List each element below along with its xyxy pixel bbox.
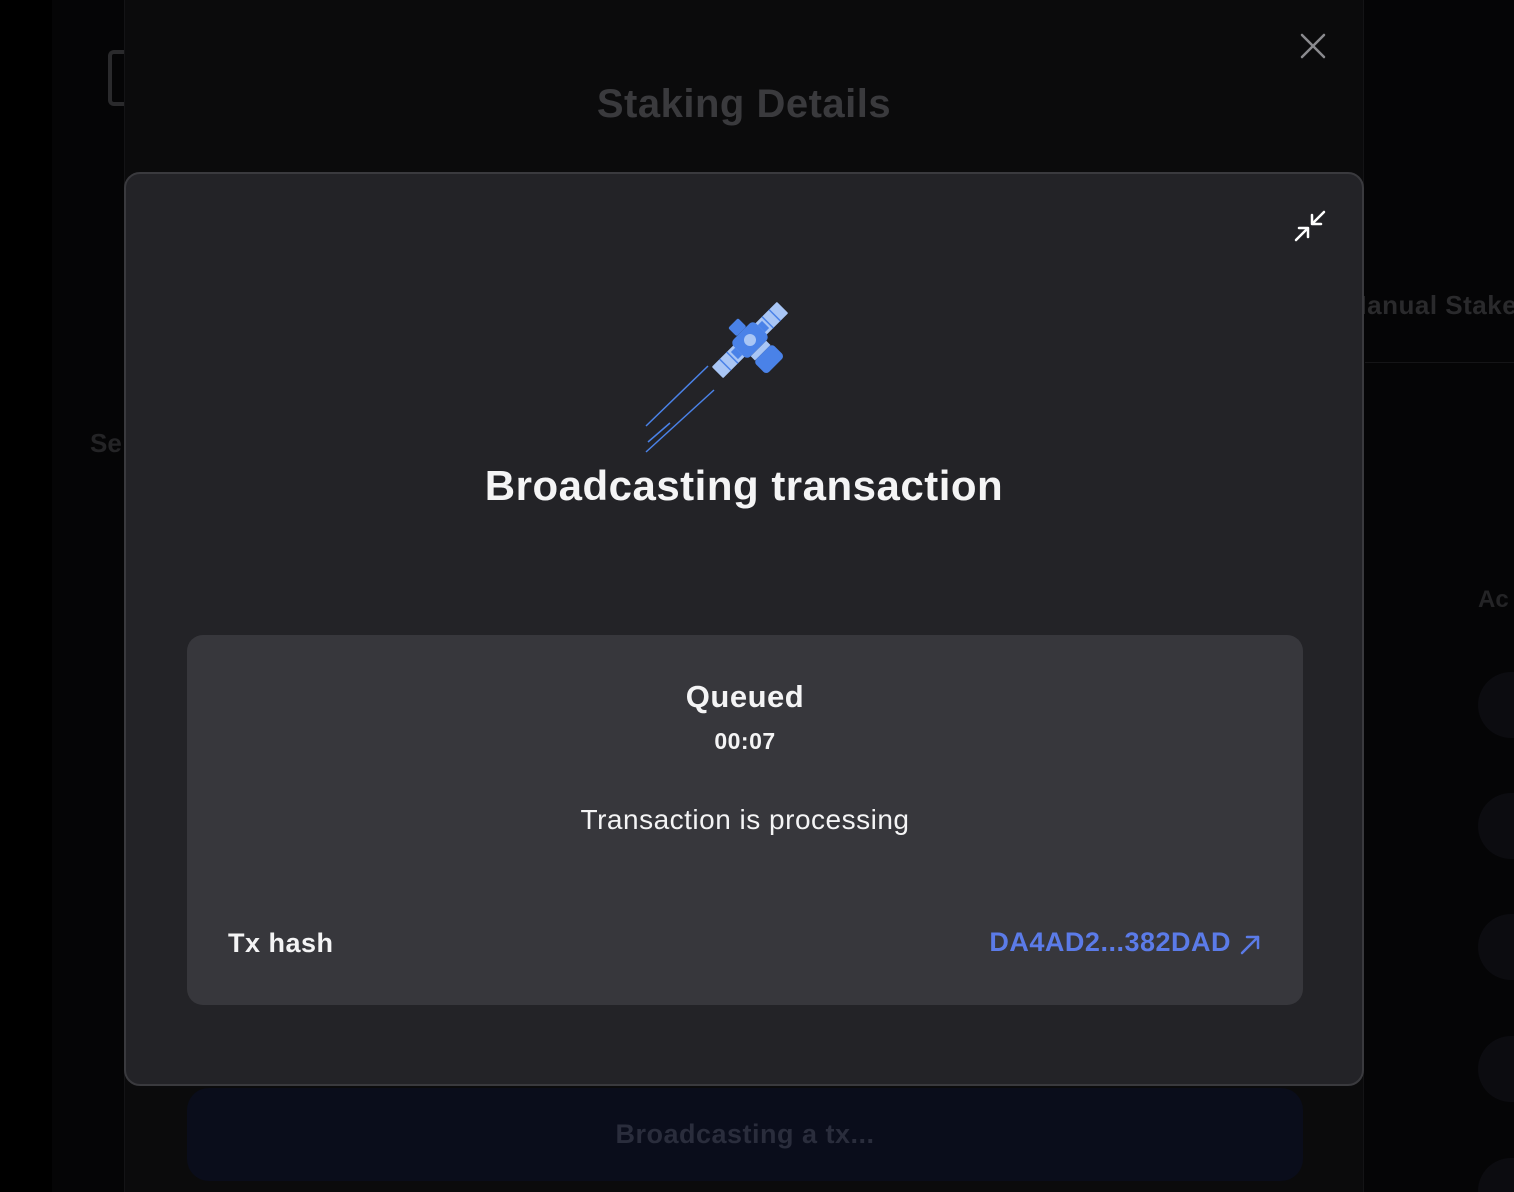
status-timer: 00:07 <box>714 728 776 754</box>
minimize-icon[interactable] <box>1292 208 1328 244</box>
broadcasting-button[interactable]: Broadcasting a tx... <box>187 1088 1303 1181</box>
sidebar-edge <box>0 0 52 1192</box>
background-divider <box>1365 362 1514 363</box>
satellite-icon <box>644 296 814 456</box>
status-label: Queued <box>685 679 805 714</box>
external-link-icon <box>1239 932 1261 954</box>
tx-hash-link[interactable]: DA4AD2...382DAD <box>989 927 1261 958</box>
broadcast-transaction-dialog: Broadcasting transaction Queued 00:07 Tr… <box>124 172 1364 1086</box>
close-icon[interactable] <box>1297 30 1329 62</box>
transaction-status-card: Queued 00:07 Transaction is processing T… <box>187 635 1303 1005</box>
tx-hash-label: Tx hash <box>228 928 334 958</box>
manual-stake-tab: Manual Stake <box>1345 290 1514 320</box>
status-message: Transaction is processing <box>580 804 910 835</box>
background-text-right: Ac <box>1478 586 1509 613</box>
tx-hash-value: DA4AD2...382DAD <box>989 927 1231 957</box>
staking-details-title: Staking Details <box>596 82 892 126</box>
dialog-title: Broadcasting transaction <box>484 462 1004 509</box>
background-text-left: Se <box>90 428 122 458</box>
